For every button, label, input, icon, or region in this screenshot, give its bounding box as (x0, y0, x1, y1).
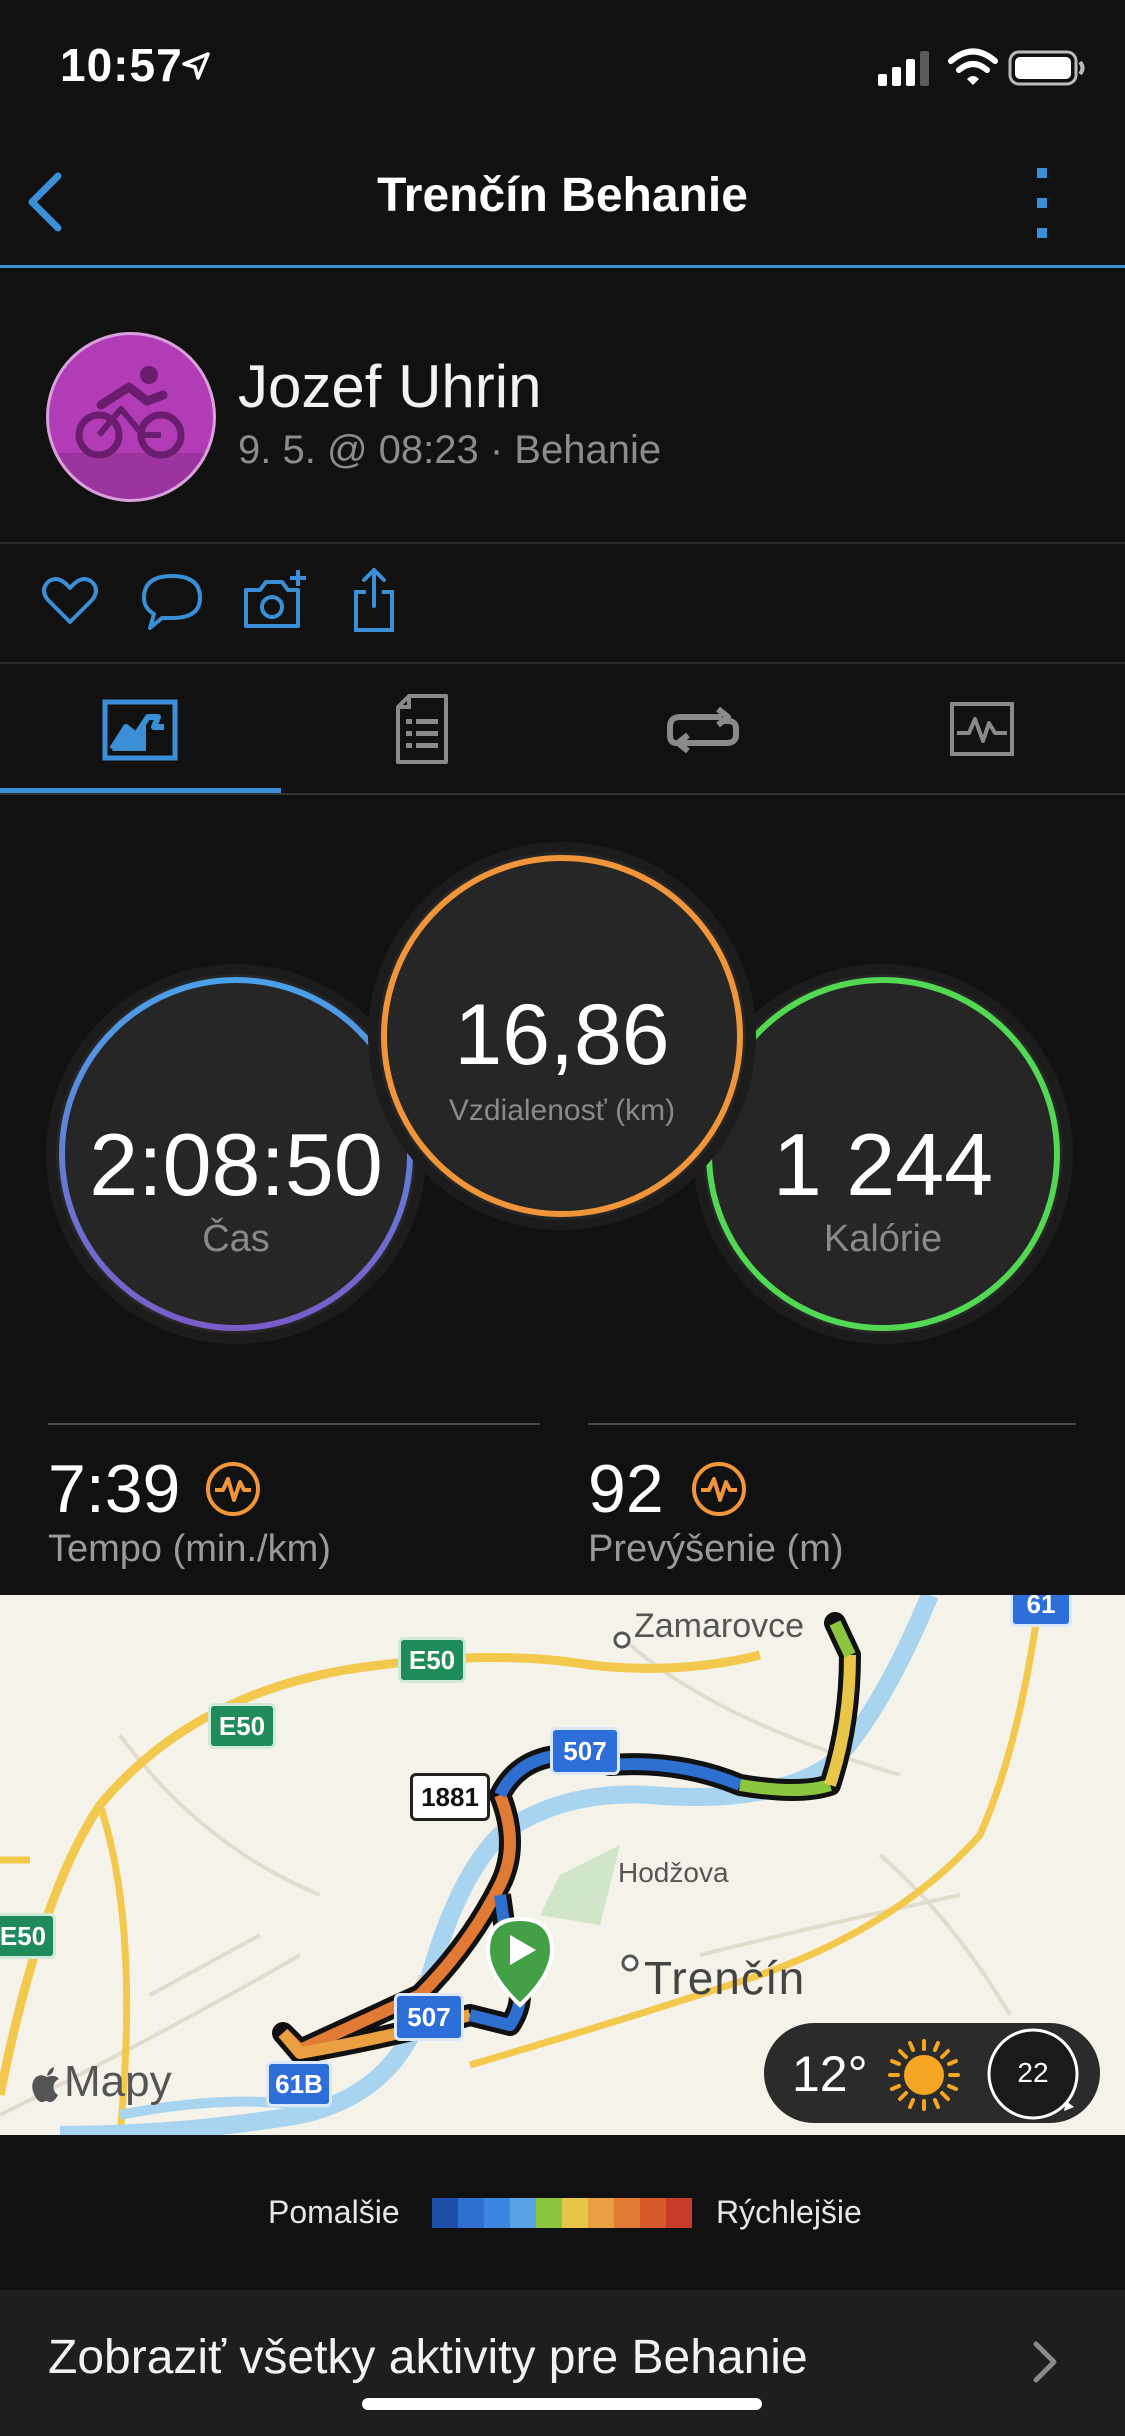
home-indicator (362, 2398, 762, 2410)
map-label-zamarovce: Zamarovce (634, 1607, 805, 1645)
road-shield-507: 507 (394, 1993, 464, 2041)
road-shield-1881: 1881 (410, 1773, 490, 1821)
user-name[interactable]: Jozef Uhrin (238, 352, 541, 421)
apple-logo-icon (32, 2067, 59, 2103)
sun-icon (888, 2039, 960, 2111)
elevation-value: 92 (588, 1451, 664, 1527)
tab-laps[interactable] (562, 665, 843, 795)
divider (0, 662, 1125, 664)
document-icon (396, 694, 448, 764)
stat-divider (588, 1423, 1076, 1425)
time-value: 2:08:50 (89, 1115, 383, 1214)
legend-swatch (484, 2198, 510, 2228)
stat-divider (48, 1423, 540, 1425)
map-label-trencin: Trenčín (644, 1952, 806, 2004)
page-title: Trenčín Behanie (377, 169, 748, 222)
maps-label: Mapy (64, 2057, 172, 2106)
legend-swatch (562, 2198, 588, 2228)
stats-chart-icon (950, 702, 1014, 756)
legend-swatch (458, 2198, 484, 2228)
more-options-button[interactable] (1030, 166, 1054, 240)
signal-icon (878, 51, 929, 86)
wifi-icon (948, 48, 998, 85)
legend-swatch (510, 2198, 536, 2228)
view-all-activities-row[interactable]: Zobraziť všetky aktivity pre Behanie (0, 2290, 1125, 2436)
route-map[interactable]: Zamarovce Hodžova Trenčín E50 E50 E50 18… (0, 1595, 1125, 2135)
location-arrow-icon (182, 52, 210, 80)
legend-swatch (640, 2198, 666, 2228)
like-button[interactable] (40, 572, 100, 628)
laps-icon (667, 707, 739, 754)
battery-icon (1008, 50, 1085, 86)
pace-value: 7:39 (48, 1451, 181, 1527)
distance-ring: 16,86 Vzdialenosť (km) (378, 852, 746, 1220)
calories-value: 1 244 (772, 1115, 994, 1214)
add-photo-button[interactable] (242, 568, 308, 632)
weather-temperature: 12° (792, 2046, 868, 2102)
road-shield-61: 61 (1010, 1595, 1072, 1627)
pace-chart-icon[interactable] (204, 1460, 262, 1518)
time-ring: 2:08:50 Čas (56, 974, 416, 1334)
pace-label: Tempo (min./km) (48, 1528, 331, 1570)
road-shield-e50: E50 (208, 1703, 276, 1749)
divider (0, 542, 1125, 544)
tab-overview[interactable] (0, 665, 281, 795)
map-label-hodzova: Hodžova (618, 1857, 729, 1888)
chevron-right-icon (1033, 2341, 1057, 2383)
distance-label: Vzdialenosť (km) (448, 1094, 676, 1127)
time-label: Čas (202, 1218, 270, 1260)
nav-bar: Trenčín Behanie (0, 140, 1125, 268)
elevation-label: Prevýšenie (m) (588, 1528, 844, 1570)
share-button[interactable] (352, 566, 396, 634)
calories-ring: 1 244 Kalórie (703, 974, 1063, 1334)
pace-color-legend (432, 2198, 692, 2228)
calories-label: Kalórie (823, 1218, 943, 1260)
comment-button[interactable] (140, 572, 204, 632)
legend-swatch (588, 2198, 614, 2228)
avatar (46, 332, 216, 502)
road-shield-507: 507 (550, 1727, 620, 1775)
road-shield-61b: 61B (266, 2061, 332, 2107)
legend-swatch (614, 2198, 640, 2228)
cycling-icon (75, 366, 185, 459)
legend-swatch (432, 2198, 458, 2228)
activity-meta: 9. 5. @ 08:23 · Behanie (238, 428, 662, 472)
status-time: 10:57 (60, 39, 183, 91)
road-shield-e50: E50 (398, 1637, 466, 1683)
tab-details[interactable] (281, 665, 562, 795)
divider (0, 793, 1125, 795)
view-all-activities-label: Zobraziť všetky aktivity pre Behanie (48, 2331, 808, 2384)
weather-widget[interactable]: 12° 22 (764, 2023, 1100, 2123)
status-bar: 10:57 (0, 0, 1125, 140)
legend-swatch (536, 2198, 562, 2228)
elevation-chart-icon[interactable] (690, 1460, 748, 1518)
legend-faster: Rýchlejšie (716, 2194, 862, 2230)
road-shield-e50: E50 (0, 1913, 56, 1959)
wind-speed: 22 (1017, 2057, 1049, 2088)
legend-slower: Pomalšie (268, 2194, 400, 2230)
distance-value: 16,86 (454, 987, 670, 1083)
tab-charts[interactable] (843, 665, 1124, 795)
overview-chart-icon (102, 699, 178, 761)
legend-swatch (666, 2198, 692, 2228)
